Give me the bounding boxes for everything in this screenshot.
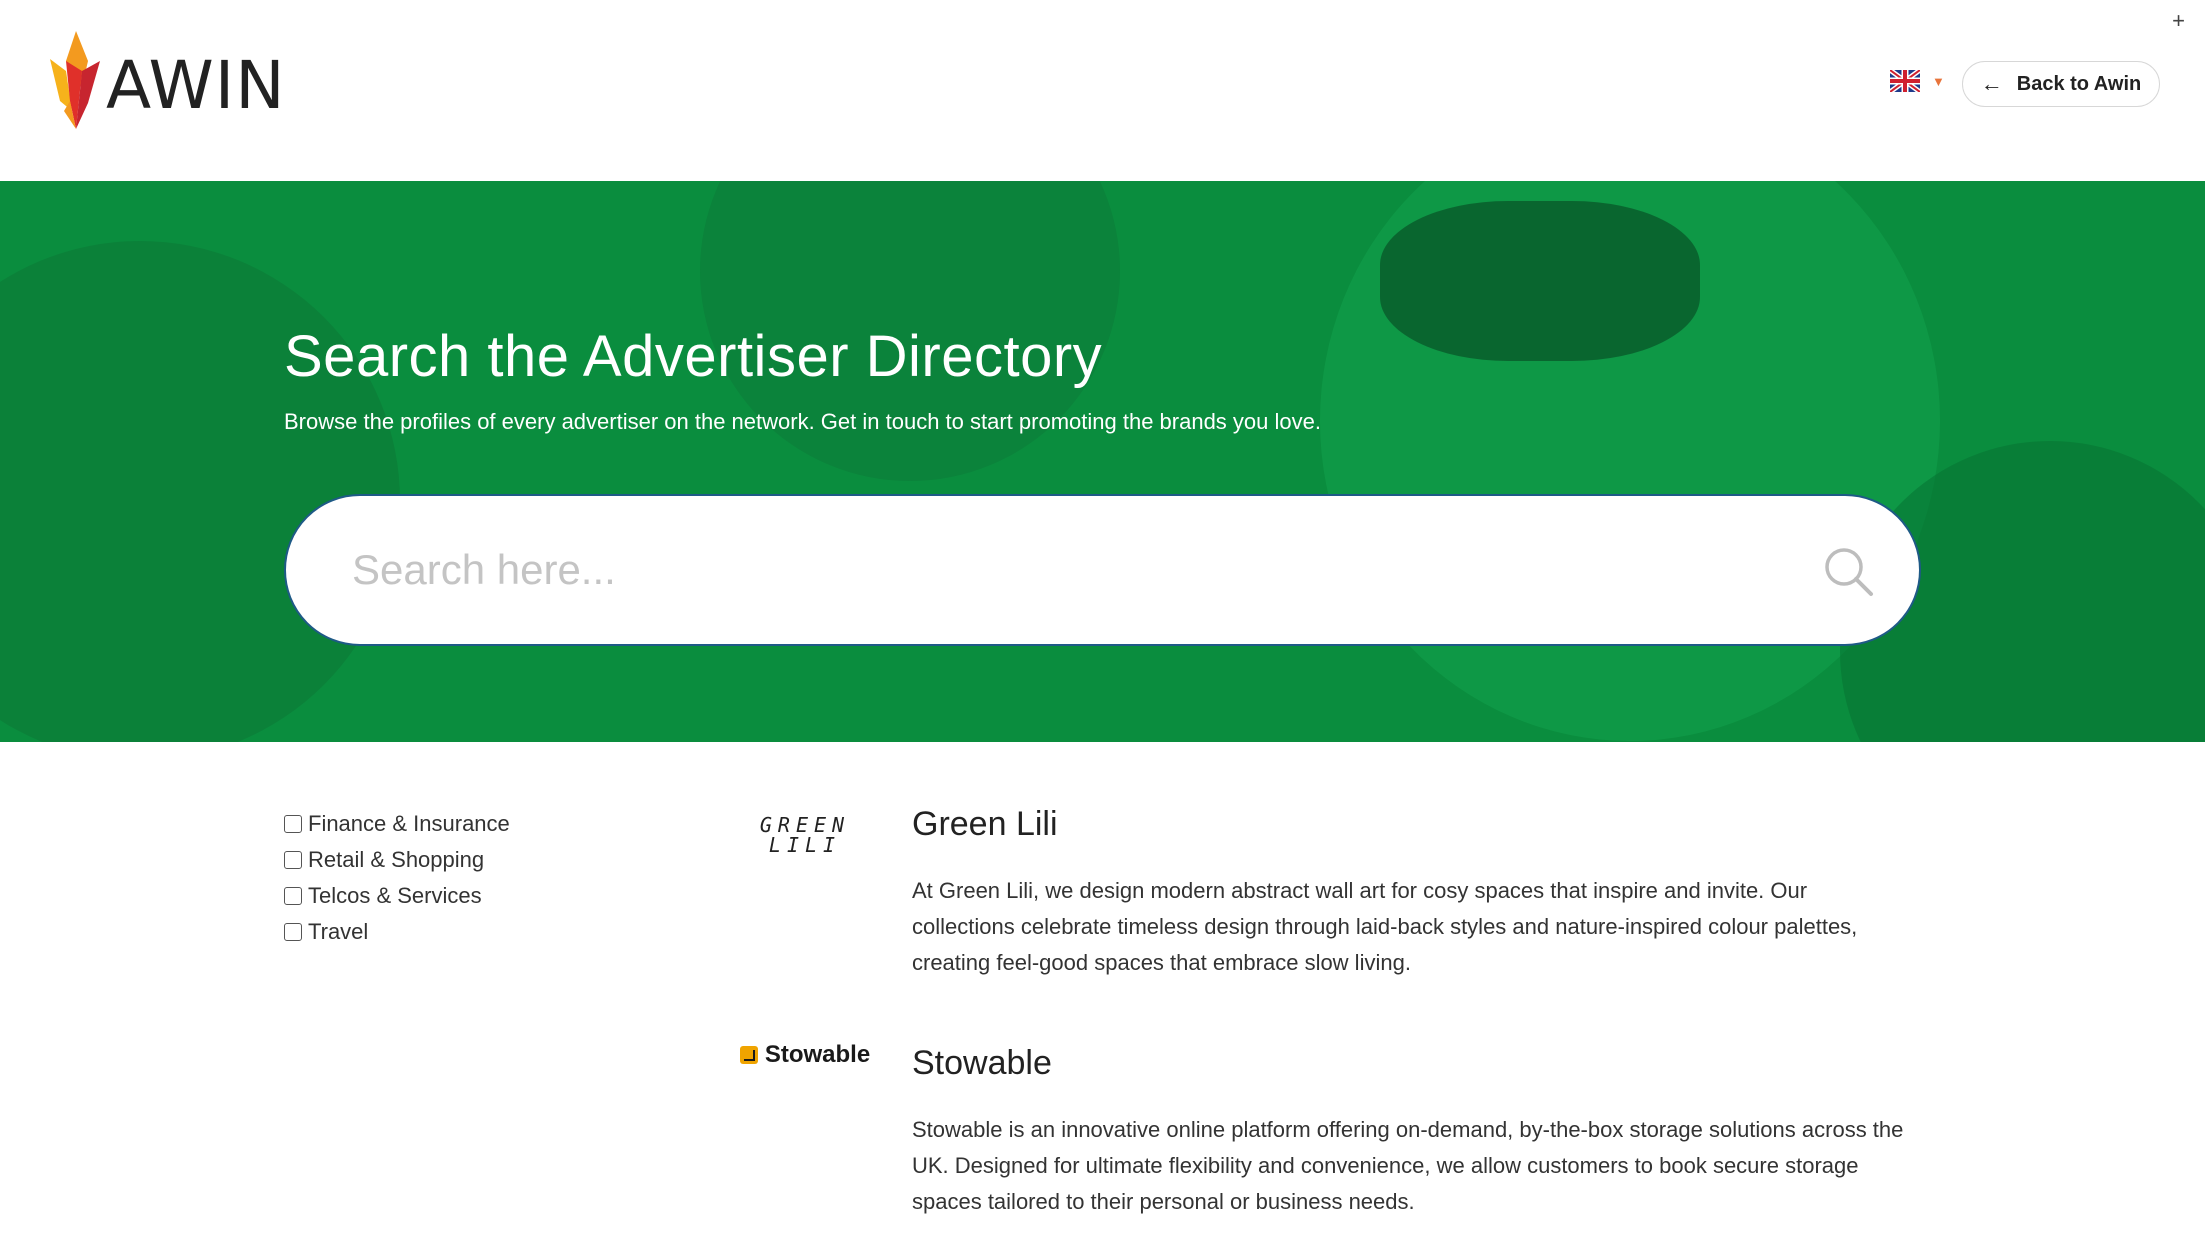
awin-flame-icon bbox=[50, 31, 100, 129]
search-icon[interactable] bbox=[1823, 546, 1875, 598]
checkbox[interactable] bbox=[284, 887, 302, 905]
filter-telcos-services[interactable]: Telcos & Services bbox=[284, 878, 510, 914]
advertiser-description: At Green Lili, we design modern abstract… bbox=[912, 878, 1858, 975]
stowable-logo: Stowable bbox=[739, 1041, 871, 1069]
hero-banner: Search the Advertiser Directory Browse t… bbox=[0, 181, 2205, 742]
page-subtitle: Browse the profiles of every advertiser … bbox=[284, 409, 1321, 434]
filter-label: Finance & Insurance bbox=[308, 811, 510, 836]
uk-flag-icon bbox=[1890, 70, 1920, 92]
logo-line-2: LILI bbox=[768, 833, 842, 857]
advertiser-name[interactable]: Green Lili bbox=[912, 805, 1058, 844]
advertiser-logo[interactable]: Stowable bbox=[730, 1041, 880, 1069]
filter-label: Travel bbox=[308, 919, 369, 944]
back-to-awin-button[interactable]: ← Back to Awin bbox=[1962, 61, 2160, 107]
site-header: AWIN + ▼ ← Back to Awin bbox=[0, 0, 2205, 181]
advertiser-logo[interactable]: GREEN LILI bbox=[730, 815, 880, 855]
advertiser-description: Stowable is an innovative online platfor… bbox=[912, 1117, 1904, 1214]
category-filters: Finance & Insurance Retail & Shopping Te… bbox=[284, 806, 510, 950]
checkbox[interactable] bbox=[284, 815, 302, 833]
hero-background-shape bbox=[0, 241, 400, 742]
arrow-left-icon: ← bbox=[1980, 71, 2003, 96]
green-lili-logo: GREEN LILI bbox=[760, 815, 850, 855]
search-bar[interactable] bbox=[284, 494, 1921, 646]
awin-logo[interactable]: AWIN bbox=[42, 30, 286, 140]
filter-travel[interactable]: Travel bbox=[284, 914, 510, 950]
filter-finance-insurance[interactable]: Finance & Insurance bbox=[284, 806, 510, 842]
advertiser-name[interactable]: Stowable bbox=[912, 1044, 1052, 1083]
back-button-label: Back to Awin bbox=[2016, 72, 2142, 95]
advertiser-card[interactable]: Stowable Stowable Stowable is an innovat… bbox=[730, 1040, 1930, 1245]
chevron-down-icon: ▼ bbox=[1932, 73, 1945, 89]
checkbox[interactable] bbox=[284, 923, 302, 941]
filter-label: Retail & Shopping bbox=[308, 847, 485, 872]
plus-icon[interactable]: + bbox=[2172, 8, 2185, 34]
filter-retail-shopping[interactable]: Retail & Shopping bbox=[284, 842, 510, 878]
logo-line-1: GREEN bbox=[759, 813, 851, 837]
advertiser-card[interactable]: GREEN LILI Green Lili At Green Lili, we … bbox=[730, 805, 1930, 1005]
search-input[interactable] bbox=[352, 546, 1732, 594]
filter-label: Telcos & Services bbox=[308, 883, 482, 908]
language-selector[interactable]: ▼ bbox=[1890, 70, 1945, 92]
page-title: Search the Advertiser Directory bbox=[284, 324, 1103, 389]
hero-background-shape bbox=[1380, 201, 1700, 361]
checkbox[interactable] bbox=[284, 851, 302, 869]
stowable-logo-text: Stowable bbox=[764, 1041, 871, 1068]
logo-wordmark: AWIN bbox=[106, 46, 286, 124]
stowable-mark-icon bbox=[739, 1046, 758, 1064]
